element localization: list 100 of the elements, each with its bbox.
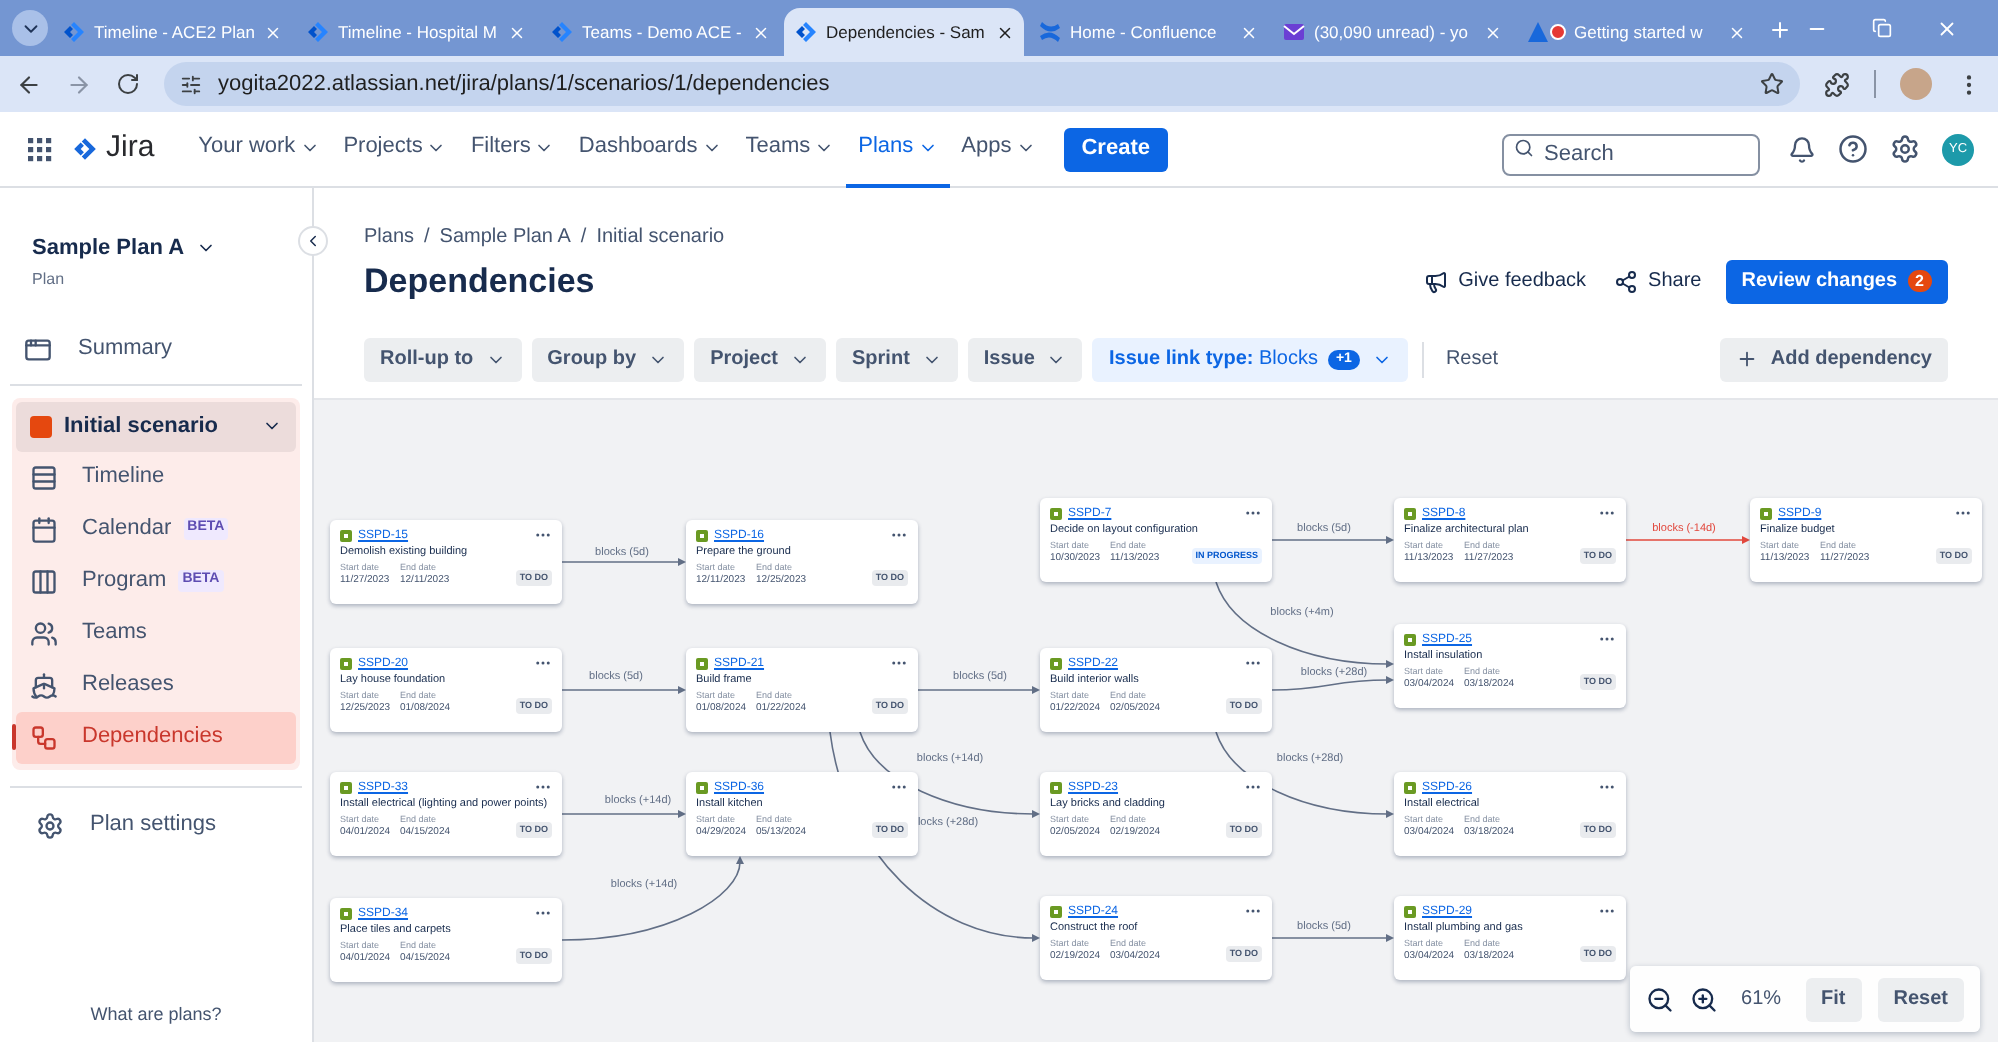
story-icon — [696, 657, 708, 669]
app-grid-icon[interactable] — [28, 137, 52, 161]
timeline-icon — [30, 463, 58, 491]
story-icon — [696, 529, 708, 541]
story-icon — [1050, 657, 1062, 669]
tab-title: Getting started w — [1574, 19, 1703, 45]
breadcrumb-link[interactable]: Sample Plan A — [439, 222, 571, 252]
create-button[interactable]: Create — [1063, 127, 1168, 171]
dependency-arrow[interactable] — [917, 685, 1040, 693]
breadcrumb-link[interactable]: Initial scenario — [596, 222, 725, 252]
story-icon — [1404, 905, 1416, 917]
people-icon — [30, 619, 58, 647]
nav-menu-item[interactable]: Your work — [186, 111, 332, 187]
story-icon — [340, 529, 352, 541]
jira-favicon-icon — [306, 20, 330, 44]
add-dependency-button[interactable]: Add dependency — [1720, 337, 1948, 381]
dependency-arrow[interactable] — [561, 809, 686, 817]
filter-dropdown[interactable]: Roll-up to — [364, 337, 522, 381]
restore-icon[interactable] — [1872, 18, 1892, 40]
filter-dropdown[interactable]: Sprint — [836, 337, 958, 381]
summary-nav-item[interactable]: Summary — [16, 327, 296, 371]
dependency-arrow[interactable] — [561, 855, 744, 940]
chevron-left-icon — [304, 232, 322, 250]
reset-button[interactable]: Reset — [1433, 344, 1511, 374]
tab-title: (30,090 unread) - yo — [1314, 19, 1469, 45]
megaphone-icon — [1424, 269, 1449, 294]
dependency-arrow[interactable] — [1271, 535, 1394, 543]
collapse-sidebar-button[interactable] — [298, 226, 328, 256]
browser-tab[interactable]: Dependencies - Sam — [784, 8, 1024, 56]
close-icon[interactable] — [996, 23, 1014, 41]
settings-icon[interactable] — [1890, 134, 1920, 164]
address-field[interactable]: yogita2022.atlassian.net/jira/plans/1/scenarios/1/dependencies — [164, 62, 1800, 106]
filter-dropdown[interactable]: Group by — [531, 337, 685, 381]
nav-menu-item[interactable]: Filters — [458, 111, 567, 187]
product-name[interactable]: Jira — [106, 126, 155, 172]
zoom-reset-button[interactable]: Reset — [1877, 977, 1964, 1021]
dependency-arrow[interactable] — [1625, 535, 1750, 543]
search-field[interactable]: Search — [1502, 133, 1760, 175]
nav-menu-item[interactable]: Dashboards — [566, 111, 734, 187]
nav-label: Dependencies — [82, 722, 223, 753]
bookmark-star-icon[interactable] — [1760, 72, 1784, 96]
plan-name[interactable]: Sample Plan A — [32, 232, 185, 265]
jira-favicon-icon — [794, 20, 818, 44]
story-icon — [340, 657, 352, 669]
notifications-icon[interactable] — [1788, 135, 1816, 163]
zoom-in-button[interactable] — [1689, 985, 1718, 1013]
new-tab-icon[interactable] — [1768, 18, 1792, 42]
story-icon — [340, 781, 352, 793]
site-settings-icon[interactable] — [180, 73, 202, 95]
help-icon[interactable] — [1838, 134, 1868, 164]
story-icon — [1760, 507, 1772, 519]
fit-button[interactable]: Fit — [1805, 977, 1862, 1021]
tab-list-button[interactable] — [12, 10, 48, 46]
url-text: yogita2022.atlassian.net/jira/plans/1/scenarios/1/dependencies — [218, 69, 830, 100]
page-title: Dependencies — [364, 260, 595, 304]
filter-dropdown[interactable]: Project — [694, 337, 827, 381]
breadcrumb-separator: / — [424, 224, 430, 252]
jira-logo-icon[interactable] — [72, 136, 98, 162]
filter-dropdown[interactable]: Issue — [967, 337, 1083, 381]
count-badge: 2 — [1907, 270, 1932, 293]
dependency-arrow[interactable] — [561, 557, 686, 565]
plan-settings-item[interactable]: Plan settings — [16, 803, 296, 847]
nav-label: Program — [82, 566, 167, 597]
nav-menu-item[interactable]: Apps — [949, 111, 1048, 187]
share-icon — [1614, 269, 1639, 294]
columns-icon — [30, 567, 58, 595]
review-changes-button[interactable]: Review changes 2 — [1725, 259, 1948, 304]
reload-icon[interactable] — [116, 72, 140, 96]
nav-menu-item[interactable]: Projects — [331, 111, 459, 187]
nav-menu-item[interactable]: Plans — [846, 111, 950, 187]
sidebar-nav-item[interactable]: Teams — [16, 607, 296, 659]
give-feedback-button[interactable]: Give feedback — [1424, 266, 1587, 297]
dependency-icon — [30, 723, 58, 751]
dependency-arrow[interactable] — [1215, 580, 1394, 667]
plus-icon — [1736, 348, 1759, 370]
nav-menu-item[interactable]: Teams — [733, 111, 847, 187]
tab-title: Timeline - ACE2 Plan — [94, 19, 255, 45]
story-icon — [1404, 633, 1416, 645]
tab-title: Dependencies - Sam — [826, 19, 985, 45]
sidebar-nav-item[interactable]: Dependencies — [16, 711, 296, 763]
story-icon — [696, 781, 708, 793]
summary-icon — [24, 335, 52, 363]
close-window-icon[interactable] — [1936, 18, 1958, 40]
search-icon — [1514, 138, 1534, 158]
breadcrumb-link[interactable]: Plans — [364, 222, 415, 252]
scenario-header[interactable]: Initial scenario — [16, 401, 296, 451]
sidebar-nav-item[interactable]: Releases — [16, 659, 296, 711]
sidebar-nav-item[interactable]: Timeline — [16, 451, 296, 503]
story-icon — [340, 907, 352, 919]
share-button[interactable]: Share — [1614, 266, 1702, 297]
story-icon — [1404, 507, 1416, 519]
zoom-out-button[interactable] — [1645, 985, 1674, 1013]
help-link[interactable]: What are plans? — [90, 1001, 222, 1028]
dependency-arrow[interactable] — [1271, 675, 1394, 690]
breadcrumb-separator: / — [580, 224, 587, 252]
dependency-arrow[interactable] — [1271, 933, 1394, 941]
extensions-icon[interactable] — [1824, 71, 1850, 97]
dependency-arrow[interactable] — [561, 685, 686, 693]
back-icon[interactable] — [16, 71, 42, 97]
nav-label: Teams — [82, 618, 147, 649]
